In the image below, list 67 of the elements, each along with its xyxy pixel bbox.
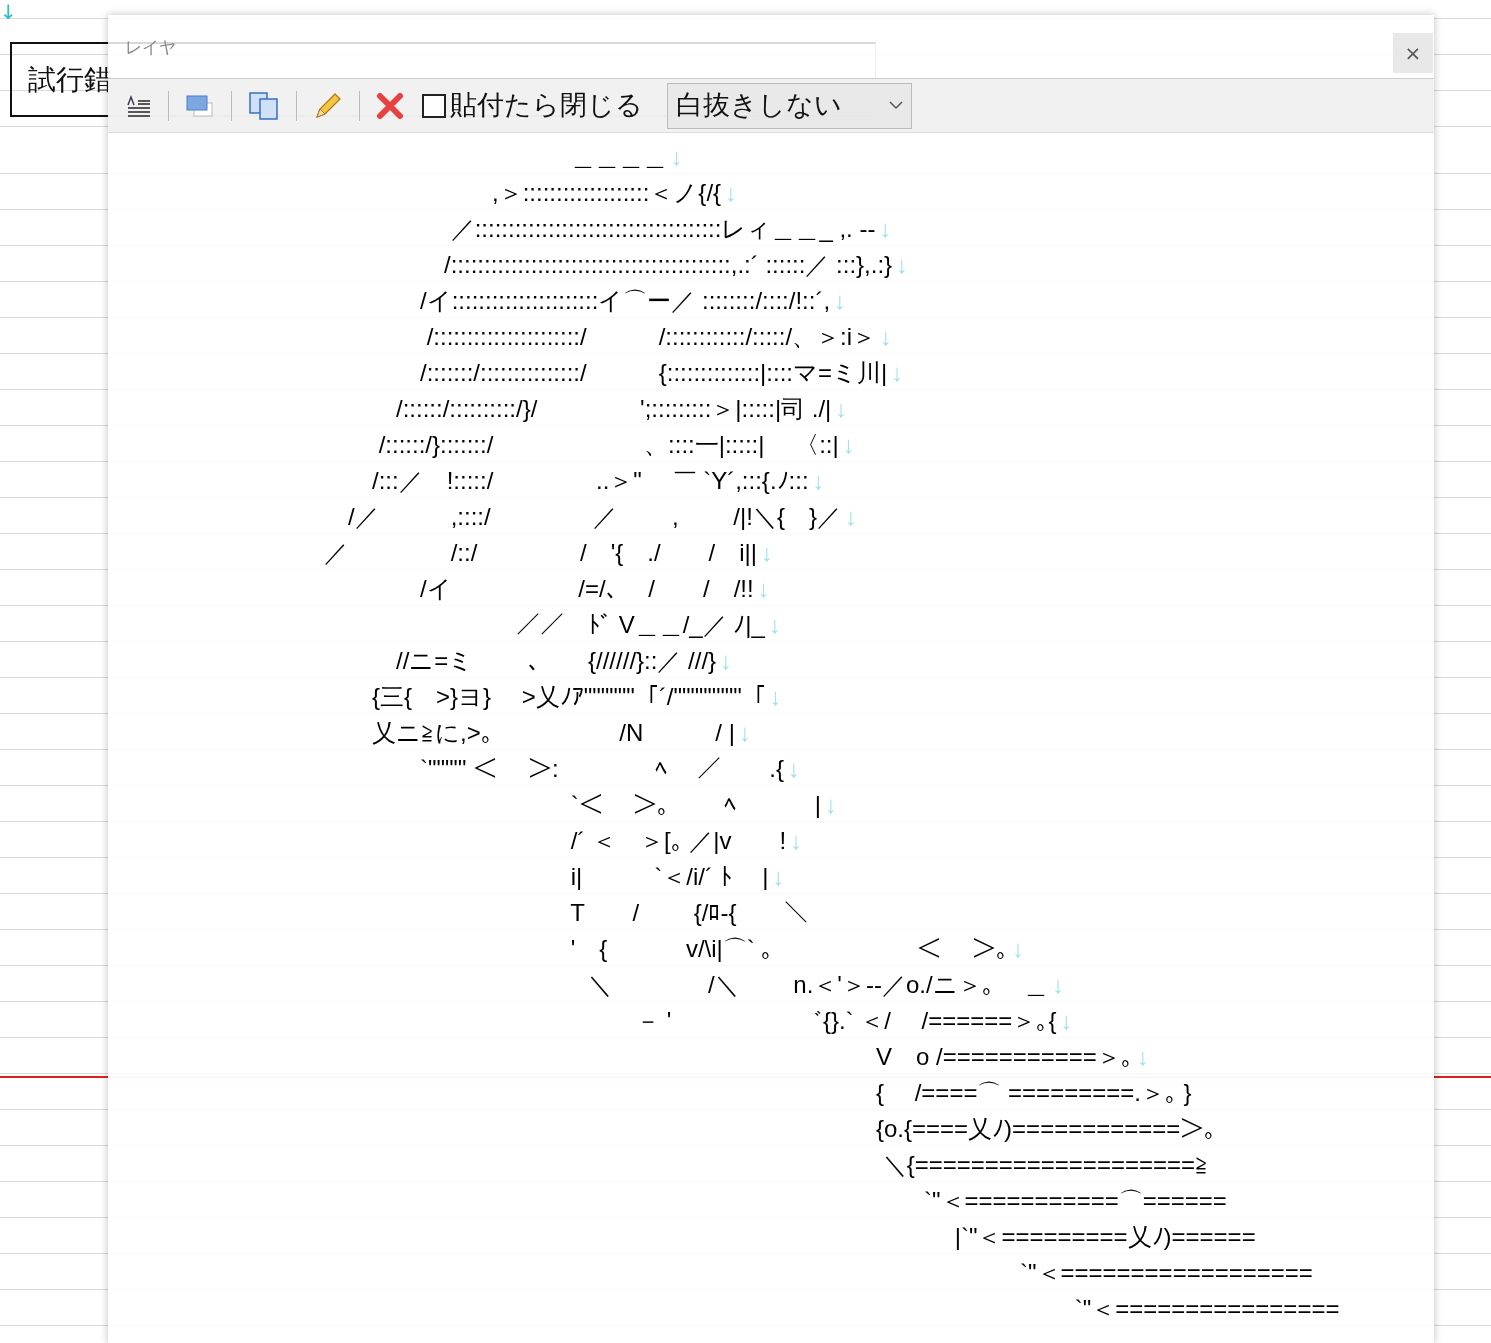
art-text-line: `""""' ＜ ＞: ﾍ ／ .{	[419, 755, 784, 782]
art-text-line: //ニ=ミ ､ {//////}::／ ///}	[395, 647, 717, 674]
art-text-line: ＿＿＿＿	[569, 143, 667, 170]
art-text-line: i| `＜/i/´ ﾄ |	[569, 863, 769, 890]
window-title: レイヤ	[125, 36, 176, 59]
art-text-line: `＜ ＞｡ ﾍ |	[569, 791, 821, 818]
window-icon[interactable]	[185, 92, 215, 119]
fill-mode-dropdown[interactable]: 白抜きしない	[667, 82, 912, 129]
art-text-line: {三{ >}ヨ} >乂ﾉｱ""""""「´/""""""""「	[371, 683, 766, 710]
art-text-line: {o.{====乂ﾉ)============＞｡	[875, 1115, 1217, 1142]
line-break-mark: ↓	[891, 359, 904, 386]
line-break-mark: ↓	[1052, 971, 1065, 998]
art-text-line: /::::::::::::::::::::::/ /::::::::::::/:::::/、＞:i＞	[425, 323, 877, 350]
copy-icon[interactable]	[248, 90, 280, 121]
line-break-mark: ↓	[757, 575, 770, 602]
art-text-line: `"＜===========⌒======	[923, 1187, 1227, 1214]
art-text-line: ' { v/\i|⌒` ｡ ＜ ＞｡	[569, 935, 1009, 962]
art-text-line: /イ /=/､ / / /!!	[419, 575, 754, 602]
paste-close-checkbox[interactable]: 貼付たら閉じる	[422, 85, 643, 126]
art-text-line: /:::::::/:::::::::::::::/ {::::::::::::::|::::マ=ミ川|	[419, 359, 888, 386]
line-break-mark: ↓	[738, 719, 751, 746]
art-text-line: /:::／ !:::::/ ..＞" ￣ `Y´,:::{.ﾉ:::	[371, 467, 809, 494]
line-break-mark: ↓	[835, 395, 848, 422]
art-text-line: |`"＜=========乂ﾉ)======	[953, 1223, 1256, 1250]
line-break-mark: ↓	[725, 179, 738, 206]
art-text-line: /´ ＜ ＞[｡ ／|v !	[569, 827, 787, 854]
line-break-mark: ↓	[842, 431, 855, 458]
art-text-line: /::::::/::::::::::/}/ ';:::::::::＞|:::::|司 ./|	[395, 395, 832, 422]
caret-icon	[889, 101, 903, 110]
line-break-mark: ↓	[772, 863, 785, 890]
close-button[interactable]: ×	[1393, 33, 1433, 73]
line-break-mark: ↓	[670, 143, 683, 170]
art-text-line: ,＞:::::::::::::::::::＜ノ{/{	[491, 179, 722, 206]
art-text-line: T / {/ﾛ-{ ＼	[569, 899, 809, 926]
line-break-mark: ↓	[0, 0, 17, 22]
art-text-line: `"＜================	[1073, 1295, 1340, 1322]
line-break-mark: ↓	[1136, 1043, 1149, 1070]
line-break-mark: ↓	[788, 755, 800, 782]
line-break-mark: ↓	[1060, 1007, 1073, 1034]
line-break-mark: ↓	[1012, 935, 1025, 962]
line-break-mark: ↓	[790, 827, 803, 854]
delete-icon[interactable]	[376, 91, 404, 120]
art-text-line: `"＜==================	[1019, 1259, 1313, 1286]
art-text-line: ／:::::::::::::::::::::::::::::::::::::レィ＿＿_ ,. --	[449, 215, 876, 242]
art-text-line: /::::::::::::::::::::::::::::::::::::::::::,.:´ ::::::／ :::},.:}	[443, 251, 893, 278]
art-text-line: /::::::/}:::::::/ 、::::一|:::::| 〈::|	[377, 431, 839, 458]
art-text-line: /／ ,::::/ ／ , /|!＼{ }／	[347, 503, 841, 530]
art-text-line: － ' ゛{}.` ＜/ /======＞｡{	[635, 1007, 1057, 1034]
art-text-line: ＼ /＼ n.＜'＞--／o./ニ＞｡ ＿	[587, 971, 1049, 998]
line-break-mark: ↓	[896, 251, 909, 278]
line-break-mark: ↓	[879, 215, 892, 242]
art-text-line: 乂ニ≧に,>｡ /N / |	[371, 719, 735, 746]
line-break-mark: ↓	[834, 287, 847, 314]
art-text-line: ＼{====================≧	[881, 1151, 1209, 1178]
art-text-line: V o /===========＞｡	[875, 1043, 1133, 1070]
line-break-mark: ↓	[720, 647, 733, 674]
line-break-mark: ↓	[824, 791, 837, 818]
line-break-mark: ↓	[844, 503, 857, 530]
art-text-line: ／ /::/ / '{ ./ / i||	[323, 539, 758, 566]
art-text-line: { /====⌒ =========.＞｡ }	[875, 1079, 1192, 1106]
line-break-mark: ↓	[761, 539, 774, 566]
line-break-mark: ↓	[812, 467, 825, 494]
art-text-line: /イ::::::::::::::::::::::イ⌒ー／ ::::::::/::::/!::´,	[419, 287, 831, 314]
art-text-line: ／／ ﾄﾞ V＿＿/_／ ﾉ|_	[515, 611, 765, 638]
line-break-mark: ↓	[880, 323, 893, 350]
line-break-mark: ↓	[769, 683, 782, 710]
line-break-mark: ↓	[768, 611, 781, 638]
